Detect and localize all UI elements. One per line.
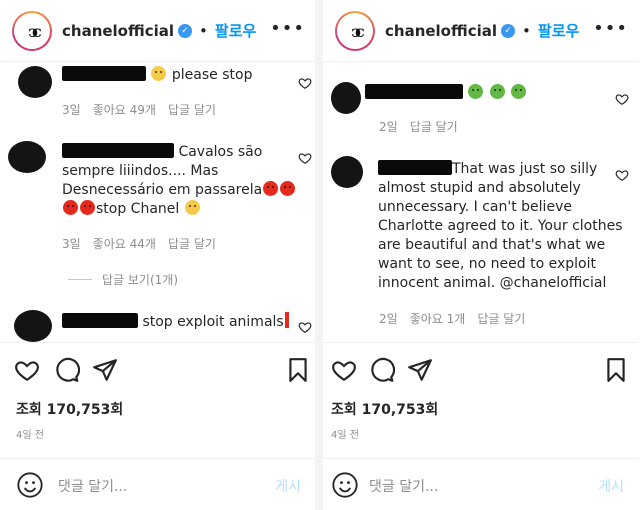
commenter-avatar[interactable]: [331, 82, 361, 114]
likes-count[interactable]: 좋아요 1개: [410, 310, 466, 327]
nauseated-face-icon: [489, 84, 505, 99]
reply-button[interactable]: 답글 달기: [168, 235, 216, 252]
comment-text: Cavalos são sempre liiindos.... Mas Desn…: [62, 143, 296, 219]
comment-meta: 3일 좋아요 44개 답글 달기: [62, 235, 216, 252]
comment-meta: 2일 답글 달기: [379, 118, 458, 135]
comment-meta: 3일 좋아요 49개 답글 달기: [62, 101, 216, 118]
post-panel-right: ↄc chanelofficial ✓ • 팔로우 ••• 2일 답글 달기 T…: [323, 0, 638, 510]
follow-button[interactable]: 팔로우: [538, 20, 579, 41]
likes-count[interactable]: 좋아요 44개: [93, 235, 156, 252]
heart-icon[interactable]: [14, 357, 40, 383]
angry-face-icon: [63, 200, 78, 215]
redacted-username: [365, 84, 463, 99]
redacted-username: [62, 143, 174, 158]
post-button[interactable]: 게시: [275, 476, 301, 496]
comment-icon[interactable]: [54, 357, 80, 383]
comment-text: stop exploit animals: [62, 312, 289, 332]
redacted-username: [62, 313, 138, 328]
redacted-username: [378, 160, 452, 175]
comment-input[interactable]: 댓글 달기...: [58, 476, 127, 496]
angry-face-icon: [80, 200, 95, 215]
view-count: 조회 170,753회: [16, 402, 124, 418]
bookmark-icon[interactable]: [285, 357, 311, 383]
comment-text: That was just so silly almost stupid and…: [378, 160, 623, 291]
post-button[interactable]: 게시: [598, 476, 624, 496]
commenter-avatar[interactable]: [8, 141, 46, 173]
bookmark-icon[interactable]: [603, 357, 629, 383]
comment-meta: 2일 좋아요 1개 답글 달기: [379, 310, 526, 327]
comment-bar: 댓글 달기... 게시: [323, 458, 638, 510]
redacted-username: [62, 66, 146, 81]
nauseated-face-icon: [468, 84, 484, 99]
post-header: ↄc chanelofficial ✓ • 팔로우 •••: [323, 0, 638, 62]
heart-icon[interactable]: [298, 76, 312, 90]
reply-button[interactable]: 답글 달기: [168, 101, 216, 118]
more-icon[interactable]: •••: [593, 18, 628, 39]
comment-text: please stop: [62, 66, 252, 85]
exclamation-icon: [284, 312, 289, 328]
pleading-face-icon: [151, 66, 167, 81]
chanel-logo-icon: ↄc: [351, 21, 364, 41]
reply-button[interactable]: 답글 달기: [477, 310, 525, 327]
view-replies-button[interactable]: 답글 보기(1개): [68, 271, 178, 288]
comment-bar: 댓글 달기... 게시: [0, 458, 315, 510]
profile-avatar[interactable]: ↄc: [335, 11, 375, 51]
action-bar: [0, 342, 315, 396]
verified-icon: ✓: [178, 23, 193, 38]
profile-avatar[interactable]: ↄc: [12, 11, 52, 51]
smile-icon[interactable]: [331, 471, 359, 499]
nauseated-face-icon: [511, 84, 527, 99]
panel-divider: [315, 0, 323, 510]
comment-text: [365, 84, 527, 103]
share-icon[interactable]: [407, 357, 433, 383]
view-count: 조회 170,753회: [331, 402, 439, 418]
share-icon[interactable]: [92, 357, 118, 383]
post-time: 4일 전: [16, 430, 44, 441]
username-row: chanelofficial ✓ • 팔로우: [62, 20, 257, 41]
username-link[interactable]: chanelofficial: [385, 22, 497, 40]
angry-face-icon: [263, 181, 279, 196]
action-bar: [323, 342, 638, 396]
likes-count[interactable]: 좋아요 49개: [93, 101, 156, 118]
commenter-avatar[interactable]: [331, 156, 363, 188]
verified-icon: ✓: [501, 23, 516, 38]
heart-icon[interactable]: [615, 92, 629, 106]
follow-button[interactable]: 팔로우: [215, 20, 256, 41]
angry-face-icon: [280, 181, 296, 196]
post-panel-left: ↄc chanelofficial ✓ • 팔로우 ••• please sto…: [0, 0, 315, 510]
reply-button[interactable]: 답글 달기: [410, 118, 458, 135]
divider-line: [68, 279, 92, 280]
sad-face-icon: [184, 200, 200, 215]
username-row: chanelofficial ✓ • 팔로우: [385, 20, 580, 41]
heart-icon[interactable]: [331, 357, 357, 383]
heart-icon[interactable]: [298, 151, 312, 165]
comment-icon[interactable]: [369, 357, 395, 383]
commenter-avatar[interactable]: [18, 66, 52, 98]
comment-input[interactable]: 댓글 달기...: [369, 476, 438, 496]
heart-icon[interactable]: [298, 320, 312, 334]
more-icon[interactable]: •••: [270, 18, 305, 39]
username-link[interactable]: chanelofficial: [62, 22, 174, 40]
post-time: 4일 전: [331, 430, 359, 441]
post-header: ↄc chanelofficial ✓ • 팔로우 •••: [0, 0, 315, 62]
chanel-logo-icon: ↄc: [28, 21, 41, 41]
commenter-avatar[interactable]: [14, 310, 52, 342]
smile-icon[interactable]: [16, 471, 44, 499]
heart-icon[interactable]: [615, 168, 629, 182]
